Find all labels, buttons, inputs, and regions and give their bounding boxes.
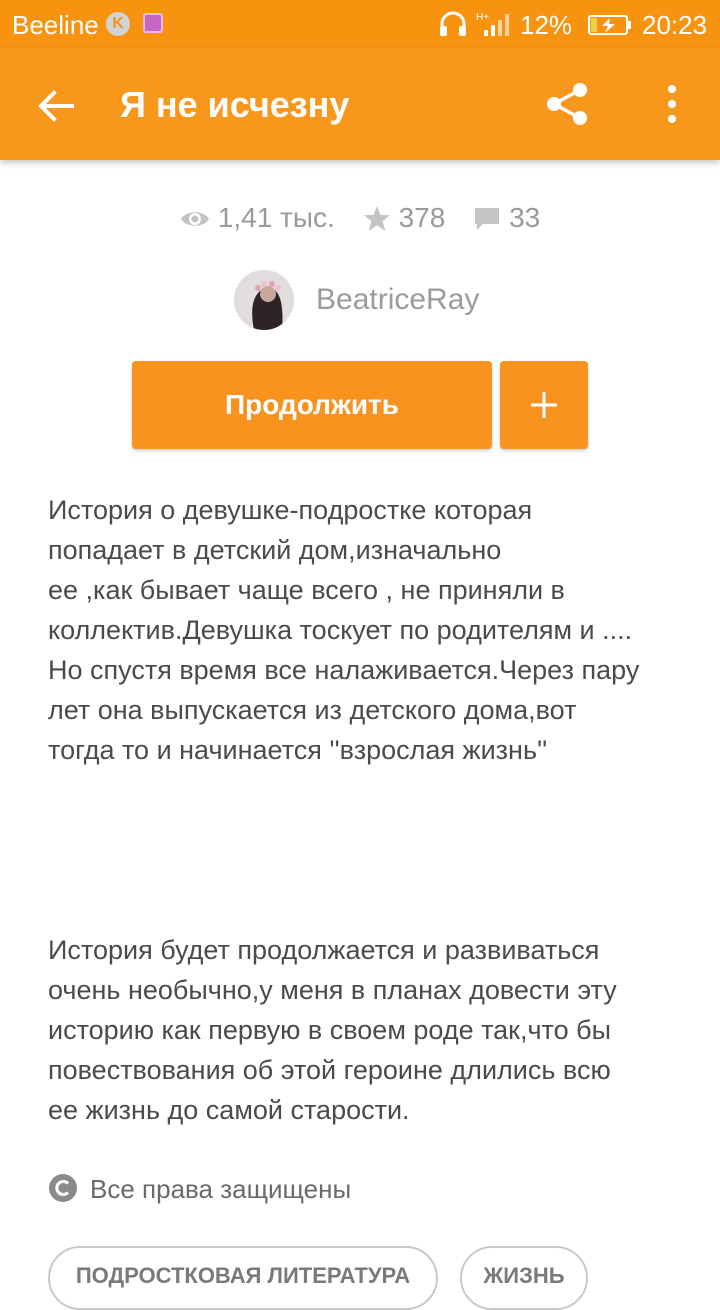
description-line: попадает в детский дом,изначально (48, 535, 502, 565)
description-line: повествования об этой героине длились вс… (48, 1055, 611, 1085)
k-badge-icon: K (106, 12, 130, 36)
comments-stat: 33 (473, 202, 540, 234)
story-stats: 1,41 тыс. 378 33 (0, 200, 720, 244)
description-line: История будет продолжается и развиваться (48, 935, 600, 965)
avatar[interactable] (234, 270, 294, 330)
description-line: лет она выпускается из детского дома,вот (48, 695, 577, 725)
copyright-text: Все права защищены (90, 1174, 352, 1204)
views-count: 1,41 тыс. (217, 201, 335, 233)
carrier-name: Beeline (12, 10, 99, 40)
battery-percent: 12% (520, 10, 573, 40)
continue-reading-button[interactable]: Продолжить (132, 361, 492, 449)
tag-chip[interactable]: ПОДРОСТКОВАЯ ЛИТЕРАТУРА (48, 1246, 438, 1310)
battery-charging-icon (588, 15, 631, 35)
share-icon[interactable] (540, 76, 596, 132)
description-line: коллектив.Девушка тоскует по родителям и… (48, 615, 633, 645)
image-icon (143, 13, 163, 33)
svg-text:H+: H+ (476, 12, 489, 23)
description-line: История о девушке-подростке которая (48, 495, 533, 525)
author-name[interactable]: BeatriceRay (316, 283, 479, 317)
description-line: ее жизнь до самой старости. (48, 1095, 410, 1125)
avatar-image (234, 270, 294, 330)
description-line: очень необычно,у меня в планах довести э… (48, 975, 617, 1005)
star-icon (363, 206, 390, 232)
copyright-icon (49, 1174, 77, 1202)
description-paragraph-1: История о девушке-подростке которая попа… (48, 490, 678, 770)
views-stat: 1,41 тыс. (180, 202, 335, 234)
comments-count: 33 (509, 201, 541, 233)
clock: 20:23 (642, 10, 708, 40)
comment-icon (475, 208, 500, 231)
app-bar: Я не исчезну (0, 48, 720, 160)
plus-icon (531, 392, 557, 418)
description-line: историю как первую в своем роде так,что … (48, 1015, 612, 1045)
description-line: ее ,как бывает чаще всего , не приняли в (48, 575, 565, 605)
more-vert-icon[interactable] (652, 76, 692, 132)
status-bar: Beeline K H+ 12% 20:23 (0, 0, 720, 48)
votes-stat: 378 (363, 201, 446, 234)
description-line: Но спустя время все налаживается.Через п… (48, 655, 640, 685)
eye-icon (180, 212, 209, 226)
description-line: тогда то и начинается ''взрослая жизнь'' (48, 735, 548, 765)
page-title: Я не исчезну (120, 84, 350, 125)
tag-chip[interactable]: ЖИЗНЬ (460, 1246, 588, 1310)
headphones-icon (440, 11, 466, 36)
signal-icon: H+ (476, 12, 509, 36)
back-arrow-icon[interactable] (28, 78, 84, 134)
description-paragraph-2: История будет продолжается и развиваться… (48, 930, 678, 1130)
add-to-library-button[interactable] (500, 361, 588, 449)
votes-count: 378 (398, 201, 446, 233)
